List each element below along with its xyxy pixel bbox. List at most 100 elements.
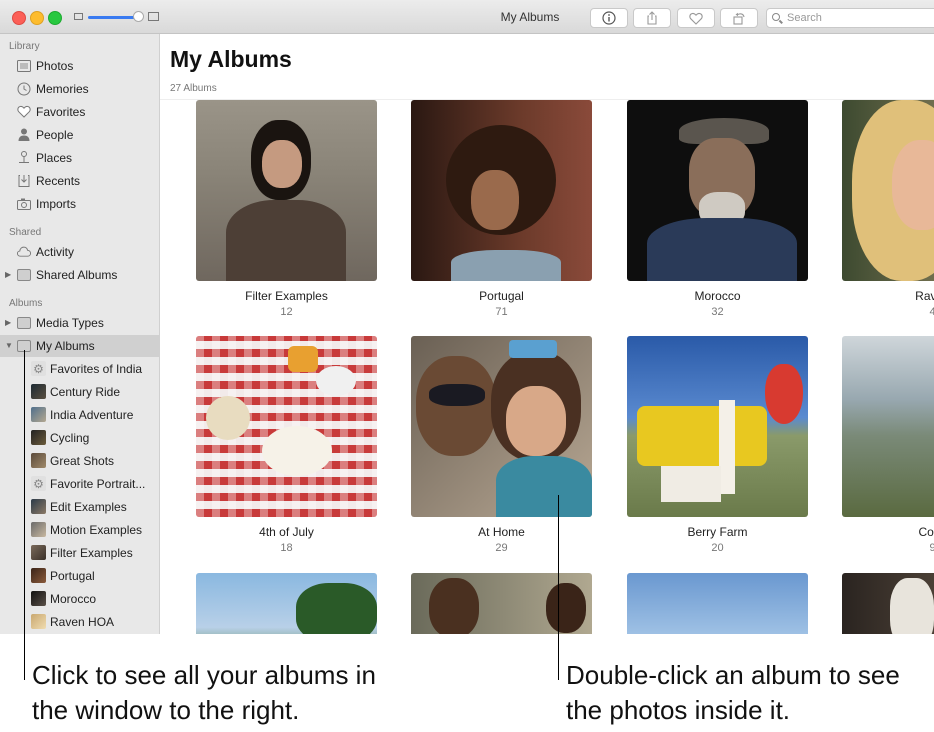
sidebar-item-label: My Albums xyxy=(36,339,95,353)
sidebar-item-label: Century Ride xyxy=(50,385,121,399)
share-button[interactable] xyxy=(633,8,671,28)
sidebar-item-media-types[interactable]: ▶ Media Types xyxy=(0,312,159,334)
sidebar-item-label: Shared Albums xyxy=(36,268,118,282)
album-tile[interactable]: Morocco 32 xyxy=(627,100,808,318)
album-tile[interactable]: Filter Examples 12 xyxy=(196,100,377,318)
info-button[interactable] xyxy=(590,8,628,28)
album-tile[interactable]: 4th of July 18 xyxy=(196,336,377,554)
sidebar-item-shared-albums[interactable]: ▶ Shared Albums xyxy=(0,264,159,286)
photos-window: My Albums Search Library Photos Memories xyxy=(0,0,934,634)
favorite-button[interactable] xyxy=(677,8,715,28)
sidebar-item-people[interactable]: People xyxy=(0,124,159,146)
album-tile[interactable] xyxy=(842,573,934,634)
info-icon xyxy=(602,11,616,25)
album-name: Filter Examples xyxy=(245,289,328,303)
shared-folder-icon xyxy=(17,268,31,281)
sidebar-item-memories[interactable]: Memories xyxy=(0,78,159,100)
album-name: Morocco xyxy=(694,289,741,303)
album-tile[interactable]: Berry Farm 20 xyxy=(627,336,808,554)
album-tile[interactable]: Portugal 71 xyxy=(411,100,592,318)
album-tile[interactable]: Raven 4 xyxy=(842,100,934,318)
album-name: Berry Farm xyxy=(687,525,748,539)
smart-album-gear-icon: ⚙ xyxy=(31,476,46,491)
search-placeholder: Search xyxy=(787,12,822,24)
search-field[interactable]: Search xyxy=(766,8,934,28)
sidebar-item-favorites[interactable]: Favorites xyxy=(0,101,159,123)
section-header-shared: Shared xyxy=(9,227,42,238)
album-cover-image[interactable] xyxy=(411,573,592,634)
sidebar-item-label: Media Types xyxy=(36,316,104,330)
disclosure-triangle-expanded-icon[interactable]: ▼ xyxy=(5,341,13,350)
album-thumbnail xyxy=(31,568,46,583)
album-cover-image[interactable] xyxy=(627,573,808,634)
album-thumbnail xyxy=(31,384,46,399)
album-tile[interactable]: At Home 29 xyxy=(411,336,592,554)
album-thumbnail xyxy=(31,591,46,606)
sidebar-item-activity[interactable]: Activity xyxy=(0,241,159,263)
album-name: At Home xyxy=(478,525,525,539)
disclosure-triangle-collapsed-icon[interactable]: ▶ xyxy=(5,318,11,327)
close-window-button[interactable] xyxy=(12,11,26,25)
sidebar-item-label: Edit Examples xyxy=(50,500,127,514)
cloud-icon xyxy=(17,245,31,258)
fullscreen-window-button[interactable] xyxy=(48,11,62,25)
zoom-slider-knob[interactable] xyxy=(133,11,144,22)
sidebar-item-recents[interactable]: Recents xyxy=(0,170,159,192)
pin-icon xyxy=(17,151,31,164)
album-cover-image[interactable] xyxy=(411,100,592,281)
sidebar-item-label: India Adventure xyxy=(50,408,134,422)
album-cover-image[interactable] xyxy=(196,100,377,281)
album-thumbnail xyxy=(31,453,46,468)
album-count: 27 Albums xyxy=(170,83,217,94)
album-tile[interactable] xyxy=(411,573,592,634)
album-thumbnail xyxy=(31,545,46,560)
album-photo-count: 71 xyxy=(495,306,508,318)
section-header-albums: Albums xyxy=(9,298,43,309)
sidebar-item-label: Motion Examples xyxy=(50,523,143,537)
page-title: My Albums xyxy=(170,46,292,72)
album-cover-image[interactable] xyxy=(842,573,934,634)
album-cover-image[interactable] xyxy=(627,336,808,517)
sidebar-item-label: Great Shots xyxy=(50,454,115,468)
sidebar-item-imports[interactable]: Imports xyxy=(0,193,159,215)
sidebar-item-label: Favorite Portrait... xyxy=(50,477,146,491)
album-photo-count: 20 xyxy=(711,542,724,554)
album-tile[interactable]: Coas 9 xyxy=(842,336,934,554)
album-name: Raven xyxy=(915,289,934,303)
album-photo-count: 18 xyxy=(280,542,293,554)
large-thumbnail-icon xyxy=(148,12,159,21)
album-tile[interactable] xyxy=(627,573,808,634)
section-header-library: Library xyxy=(9,41,40,52)
search-icon xyxy=(772,13,780,21)
rotate-button[interactable] xyxy=(720,8,758,28)
person-icon xyxy=(17,128,31,141)
album-cover-image[interactable] xyxy=(196,336,377,517)
sidebar-item-label: Raven HOA xyxy=(50,615,115,629)
sidebar-item-label: People xyxy=(36,128,74,142)
album-cover-image[interactable] xyxy=(627,100,808,281)
photos-icon xyxy=(17,59,31,72)
recents-icon xyxy=(17,174,31,187)
album-photo-count: 32 xyxy=(711,306,724,318)
disclosure-triangle-collapsed-icon[interactable]: ▶ xyxy=(5,270,11,279)
albums-view: My Albums 27 Albums Filter Examples 12 P… xyxy=(160,34,934,634)
sidebar-item-label: Activity xyxy=(36,245,75,259)
sidebar-item-photos[interactable]: Photos xyxy=(0,55,159,77)
sidebar-item-label: Imports xyxy=(36,197,77,211)
minimize-window-button[interactable] xyxy=(30,11,44,25)
heart-icon xyxy=(17,105,31,118)
album-cover-image[interactable] xyxy=(842,336,934,517)
album-photo-count: 4 xyxy=(929,306,934,318)
album-photo-count: 12 xyxy=(280,306,293,318)
album-thumbnail xyxy=(31,614,46,629)
album-name: 4th of July xyxy=(259,525,314,539)
album-cover-image[interactable] xyxy=(842,100,934,281)
sidebar-item-places[interactable]: Places xyxy=(0,147,159,169)
album-tile[interactable] xyxy=(196,573,377,634)
album-thumbnail xyxy=(31,430,46,445)
folder-icon xyxy=(17,316,31,329)
album-cover-image[interactable] xyxy=(196,573,377,634)
sidebar-item-label: Places xyxy=(36,151,73,165)
rotate-icon xyxy=(733,12,745,25)
album-cover-image[interactable] xyxy=(411,336,592,517)
